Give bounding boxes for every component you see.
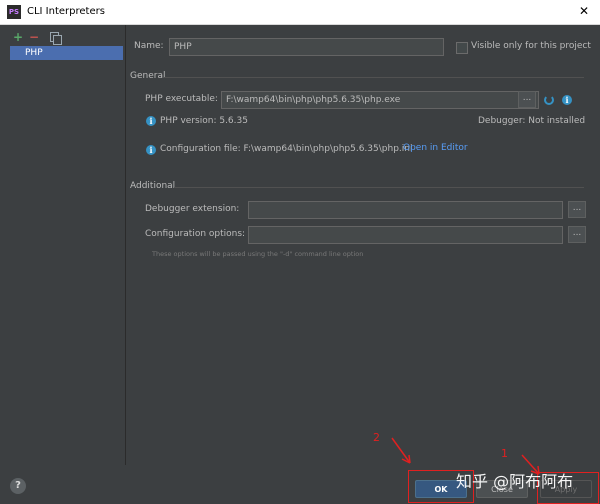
annotation-number-2: 2 bbox=[373, 431, 380, 444]
annotation-overlay bbox=[391, 437, 540, 475]
annotation-number-1: 1 bbox=[501, 447, 508, 460]
annotation-arrow-2 bbox=[391, 437, 411, 464]
watermark-text: 知乎 @阿布阿布 bbox=[456, 472, 574, 491]
